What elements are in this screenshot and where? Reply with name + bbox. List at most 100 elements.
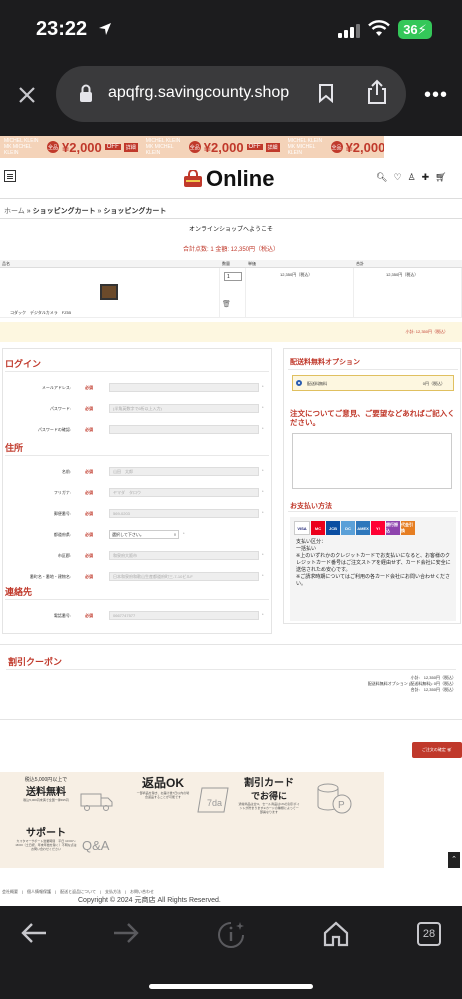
cart-summary: 合計点数: 1 金額: 12,350円（税込）	[182, 247, 280, 253]
support-feature: サポート カスタマーサポート営業時間 平日 10:00〜18:00（土日祝、年末…	[15, 828, 77, 851]
web-page: MICHEL KLEIN MK MICHEL KLEIN 全品 ¥2,000 OF…	[0, 136, 462, 906]
url-text[interactable]: apqfrg.savingcounty.shop	[108, 84, 289, 102]
amex-icon: AMEX	[356, 521, 370, 535]
table-row: コダック デジタルカメラ FZ55	[0, 268, 220, 318]
totals-total: 合計: 12,350円（税込）	[410, 687, 456, 692]
scroll-to-top-button[interactable]: ⌃	[448, 852, 460, 868]
share-icon[interactable]	[366, 79, 388, 105]
truck-icon	[80, 793, 113, 811]
confirm-order-button[interactable]: ご注文の確定 🛒︎	[412, 742, 462, 758]
site-logo[interactable]: Online	[206, 166, 274, 192]
jcb-icon: JCB	[326, 521, 340, 535]
street-address-field[interactable]: 日本和泉府和歌山生産都道府町三-7-10ビルF	[109, 572, 259, 581]
discount-card-feature: 割引カード でお得に 通常商品は全%、セール商品は1%の割引ポイントが貯まります…	[238, 778, 300, 814]
shipping-option-price: 0円（税込）	[422, 381, 445, 386]
bookmark-icon[interactable]	[318, 83, 334, 103]
order-options-panel: 配送料無料オプション 配送料無料 0円（税込） 注文についてご意見、ご要望などあ…	[283, 348, 461, 624]
breadcrumb-home[interactable]: ホーム	[4, 208, 25, 215]
order-note-textarea[interactable]	[292, 433, 452, 489]
battery-indicator: 36 ⚡	[398, 20, 432, 39]
furigana-field[interactable]: ヤマダ タロウ	[109, 488, 259, 497]
forward-arrow-icon[interactable]	[112, 920, 140, 946]
user-icon[interactable]: ♙	[408, 172, 416, 183]
shipping-radio[interactable]	[296, 380, 302, 386]
svg-text:7da: 7da	[207, 798, 222, 808]
add-user-icon[interactable]: ✚	[422, 172, 430, 183]
visa-icon: VISA	[294, 521, 310, 535]
col-header-unit-price: 単価	[246, 260, 354, 268]
breadcrumb-current: ショッピングカート	[103, 208, 167, 215]
col-header-total: 合計	[354, 260, 462, 268]
payment-title: お支払い方法	[290, 503, 332, 510]
return-feature: 返品OK 一部商品を除き、お届け後7日以内の場合返品することが可能です	[136, 776, 190, 799]
password-confirm-label: パスワードの確認:	[37, 427, 71, 432]
breadcrumb: ホーム » ショッピングカート » ショッピングカート	[4, 208, 167, 215]
qa-icon: Q&A	[82, 838, 110, 853]
product-image[interactable]	[100, 284, 118, 300]
unit-price: 12,350円（税込）	[280, 272, 313, 277]
banner-price: ¥2,000	[62, 139, 102, 155]
heart-icon[interactable]: ♡	[393, 172, 401, 183]
menu-icon[interactable]	[4, 170, 16, 182]
banner-unit: MICHEL KLEIN MK MICHEL KLEIN 全品 ¥2,000	[287, 138, 384, 156]
cart-icon[interactable]: 🛒︎	[435, 172, 446, 183]
cart-table: 品名 数量 単価 合計 コダック デジタルカメラ FZ55 1 🗑︎ 12,35…	[0, 260, 462, 318]
banner-off: OFF	[104, 144, 121, 150]
site-footer: 会社概要 | 個人情報保護 | 配送と返品について | 支払方法 | お問い合わ…	[0, 882, 462, 906]
promo-banner[interactable]: MICHEL KLEIN MK MICHEL KLEIN 全品 ¥2,000 OF…	[0, 136, 384, 158]
shopping-bag-logo-icon[interactable]	[183, 170, 203, 188]
subtotal-bar: 小計: 12,350円（税込）	[0, 322, 462, 342]
card-logos: VISA MC JCB DC AMEX Y! 銀行振込 代金引換	[294, 521, 415, 535]
order-note-title: 注文についてご意見、ご要望などあればご記入ください。	[290, 409, 455, 427]
password-label: パスワード:	[49, 406, 71, 411]
required-badge: 必須	[85, 385, 93, 390]
home-icon[interactable]	[322, 920, 350, 948]
col-header-name: 品名	[0, 260, 220, 268]
more-options-button[interactable]: •••	[424, 85, 448, 105]
payment-panel: VISA MC JCB DC AMEX Y! 銀行振込 代金引換 支払い区分： …	[290, 517, 456, 621]
prefecture-select[interactable]: 選択して下さい。 ◊	[109, 530, 179, 539]
quantity-input[interactable]: 1	[224, 272, 242, 281]
payment-description: 支払い区分： 一括払い ※上のいずれかのクレジットカードでお支払いになると、お客…	[296, 539, 451, 587]
welcome-message: オンラインショップへようこそ	[188, 227, 273, 233]
shipping-option-label: 配送料無料	[307, 381, 327, 386]
wifi-icon	[368, 20, 390, 36]
close-icon[interactable]	[16, 84, 38, 106]
tabs-button[interactable]: 28	[417, 922, 441, 946]
breadcrumb-cart[interactable]: ショッピングカート	[33, 208, 96, 215]
product-name[interactable]: コダック デジタルカメラ FZ55	[10, 310, 71, 316]
name-field[interactable]: 山田 太郎	[109, 467, 259, 476]
chevron-down-icon: ◊	[174, 532, 176, 537]
lock-icon	[80, 84, 92, 102]
mastercard-icon: MC	[311, 521, 325, 535]
status-time: 23:22	[36, 18, 88, 40]
delete-item-icon[interactable]: 🗑︎	[222, 300, 231, 308]
shipping-option[interactable]: 配送料無料 0円（税込）	[292, 375, 454, 391]
order-totals: 小計: 12,350円（税込） 配送料無料オプション (配送料無料): 0円（税…	[368, 675, 456, 693]
info-icon[interactable]	[216, 920, 246, 950]
free-shipping-feature: 税込5,000円以上で 送料無料 税込5,000円未満で全国一律495円	[23, 777, 69, 802]
address-bar[interactable]: apqfrg.savingcounty.shop	[56, 66, 406, 122]
col-header-qty: 数量	[220, 260, 246, 268]
search-icon[interactable]: 🔍︎	[376, 172, 387, 183]
banner-brand: MICHEL KLEIN MK MICHEL KLEIN	[4, 138, 39, 156]
cellular-signal-icon	[338, 24, 360, 38]
header-icons: 🔍︎ ♡ ♙ ✚ 🛒︎	[376, 172, 447, 183]
password-confirm-field[interactable]	[109, 425, 259, 434]
password-field[interactable]: (半角英数字で6桁以上入力)	[109, 404, 259, 413]
divider	[0, 198, 462, 199]
coupon-title: 割引クーポン	[8, 657, 63, 667]
copyright: Copyright © 2024 元商店 All Rights Reserved…	[78, 897, 221, 904]
return-calendar-icon: 7da	[197, 787, 229, 813]
status-bar: 23:22 36 ⚡	[0, 0, 462, 58]
email-field[interactable]	[109, 383, 259, 392]
cash-on-delivery-icon: 代金引換	[401, 521, 415, 535]
points-coin-icon: P	[317, 783, 352, 814]
phone-field[interactable]: 0667747577	[109, 611, 259, 620]
city-field[interactable]: 和泉府大阪市	[109, 551, 259, 560]
address-title: 住所	[5, 443, 24, 453]
location-arrow-icon	[99, 23, 111, 35]
postal-code-field[interactable]: 569-0203	[109, 509, 259, 518]
back-arrow-icon[interactable]	[20, 920, 48, 946]
coupon-section: 割引クーポン 小計: 12,350円（税込） 配送料無料オプション (配送料無料…	[0, 644, 462, 720]
